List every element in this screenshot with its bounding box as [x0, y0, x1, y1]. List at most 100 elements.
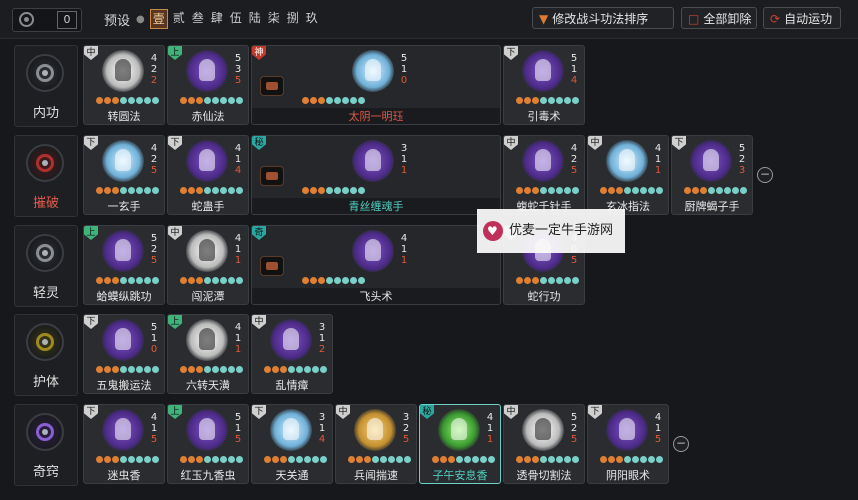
- skill-stats: 514: [568, 53, 580, 86]
- modify-sort-button[interactable]: ▼ 修改战斗功法排序: [532, 7, 674, 29]
- category-tab[interactable]: 奇窍: [14, 404, 78, 486]
- dot-icon: [572, 97, 579, 104]
- skill-card[interactable]: 下 5 1 4 引毒术: [503, 45, 585, 125]
- category-tab[interactable]: 轻灵: [14, 225, 78, 307]
- skill-card[interactable]: 中 4 1 1 玄冰指法: [587, 135, 669, 215]
- skill-card[interactable]: 下 4 1 4 蛇蛊手: [167, 135, 249, 215]
- skill-card[interactable]: 上 5 1 5 红玉九香虫: [167, 404, 249, 484]
- rank-badge: 下: [504, 46, 518, 60]
- skill-card[interactable]: 奇 4 1 1 飞头术: [251, 225, 501, 305]
- dot-icon: [96, 97, 103, 104]
- skill-dots: [302, 97, 365, 105]
- preset-dot-icon: ●: [136, 13, 145, 25]
- skill-card[interactable]: 中 4 2 5 蝮蛇千针手: [503, 135, 585, 215]
- skill-card[interactable]: 下 4 1 5 阴阳眼术: [587, 404, 669, 484]
- dot-icon: [516, 97, 523, 104]
- preset-tab[interactable]: 肆: [209, 9, 225, 27]
- skill-name: 太阴一明珏: [348, 110, 404, 123]
- stat-c: 0: [400, 75, 408, 86]
- skill-card[interactable]: 下 4 1 5 迷虫香: [83, 404, 165, 484]
- skill-name: 六转天潢: [186, 379, 230, 392]
- skill-card[interactable]: 中 4 2 2 转圆法: [83, 45, 165, 125]
- stat-a: 5: [234, 53, 242, 64]
- dot-icon: [350, 97, 357, 104]
- dot-icon: [304, 366, 311, 373]
- preset-tab[interactable]: 叁: [190, 9, 206, 27]
- skill-stats: 411: [232, 322, 244, 355]
- preset-tab[interactable]: 柒: [266, 9, 282, 27]
- dot-icon: [296, 456, 303, 463]
- dot-icon: [296, 366, 303, 373]
- skill-card[interactable]: 下 4 2 5 一玄手: [83, 135, 165, 215]
- category-tab[interactable]: 摧破: [14, 135, 78, 217]
- preset-tab[interactable]: 壹: [149, 9, 168, 29]
- skill-name: 蛇蛊手: [191, 200, 225, 213]
- rank-badge: 下: [84, 315, 98, 329]
- skill-name: 透骨切割法: [516, 469, 572, 482]
- preset-tab[interactable]: 捌: [285, 9, 301, 27]
- category-tab[interactable]: 内功: [14, 45, 78, 127]
- dot-icon: [572, 456, 579, 463]
- rank-badge: 下: [588, 405, 602, 419]
- dot-icon: [404, 456, 411, 463]
- skill-stats: 535: [232, 53, 244, 86]
- skill-name: 天关通: [275, 469, 309, 482]
- dot-icon: [648, 187, 655, 194]
- preset-tab[interactable]: 贰: [171, 9, 187, 27]
- skill-dots: [264, 456, 327, 464]
- remove-icon[interactable]: −: [757, 167, 773, 183]
- category-emblem-icon: [26, 54, 64, 92]
- dot-icon: [632, 456, 639, 463]
- stat-b: 2: [402, 423, 410, 434]
- skill-card[interactable]: 中 3 1 2 乱情瘴: [251, 314, 333, 394]
- dot-icon: [358, 187, 365, 194]
- auto-cultivate-button[interactable]: ⟳ 自动运功: [763, 7, 841, 29]
- dot-icon: [524, 97, 531, 104]
- sort-button-label: 修改战斗功法排序: [552, 12, 649, 26]
- dot-icon: [318, 277, 325, 284]
- dot-icon: [236, 187, 243, 194]
- drum-icon: [260, 256, 284, 276]
- stat-a: 5: [150, 322, 158, 333]
- skill-dots: [516, 97, 579, 105]
- skill-card[interactable]: 下 3 1 4 天关通: [251, 404, 333, 484]
- preset-tab[interactable]: 玖: [304, 9, 320, 27]
- dot-icon: [228, 187, 235, 194]
- skill-card[interactable]: 神 5 1 0 太阴一明珏: [251, 45, 501, 125]
- preset-tab[interactable]: 伍: [228, 9, 244, 27]
- stat-a: 5: [570, 412, 578, 423]
- dot-icon: [564, 97, 571, 104]
- skill-card[interactable]: 中 5 2 5 透骨切割法: [503, 404, 585, 484]
- skill-name: 子午安息香: [432, 469, 488, 482]
- skill-card[interactable]: 秘 4 1 1 子午安息香: [419, 404, 501, 484]
- dot-icon: [196, 456, 203, 463]
- dot-icon: [196, 277, 203, 284]
- skill-card[interactable]: 上 5 3 5 赤仙法: [167, 45, 249, 125]
- dot-icon: [564, 456, 571, 463]
- preset-tab[interactable]: 陆: [247, 9, 263, 27]
- rank-badge: 下: [168, 136, 182, 150]
- skill-stats: 411: [398, 233, 410, 266]
- skill-card[interactable]: 上 4 1 1 六转天潢: [167, 314, 249, 394]
- category-emblem-icon: [26, 413, 64, 451]
- rank-badge: 中: [168, 226, 182, 240]
- stat-c: 1: [234, 344, 242, 355]
- remove-icon[interactable]: −: [673, 436, 689, 452]
- dot-icon: [188, 97, 195, 104]
- skill-card[interactable]: 中 4 1 1 闯泥潭: [167, 225, 249, 305]
- skill-card[interactable]: 下 5 1 0 五鬼搬运法: [83, 314, 165, 394]
- dot-icon: [180, 187, 187, 194]
- category-tab[interactable]: 护体: [14, 314, 78, 396]
- skill-card[interactable]: 上 5 2 5 蛤蟆纵跳功: [83, 225, 165, 305]
- clear-all-button[interactable]: □ 全部卸除: [681, 7, 757, 29]
- skill-card[interactable]: 中 3 2 5 兵闻揣速: [335, 404, 417, 484]
- dot-icon: [96, 277, 103, 284]
- skill-art-icon: [186, 50, 228, 92]
- dot-icon: [656, 187, 663, 194]
- skill-card[interactable]: 下 5 2 3 厨牌蝎子手: [671, 135, 753, 215]
- skill-card[interactable]: 秘 3 1 1 青丝缠魂手: [251, 135, 501, 215]
- stat-a: 4: [400, 233, 408, 244]
- watermark-logo-icon: [483, 221, 503, 241]
- dot-icon: [524, 187, 531, 194]
- skill-art-icon: [522, 140, 564, 182]
